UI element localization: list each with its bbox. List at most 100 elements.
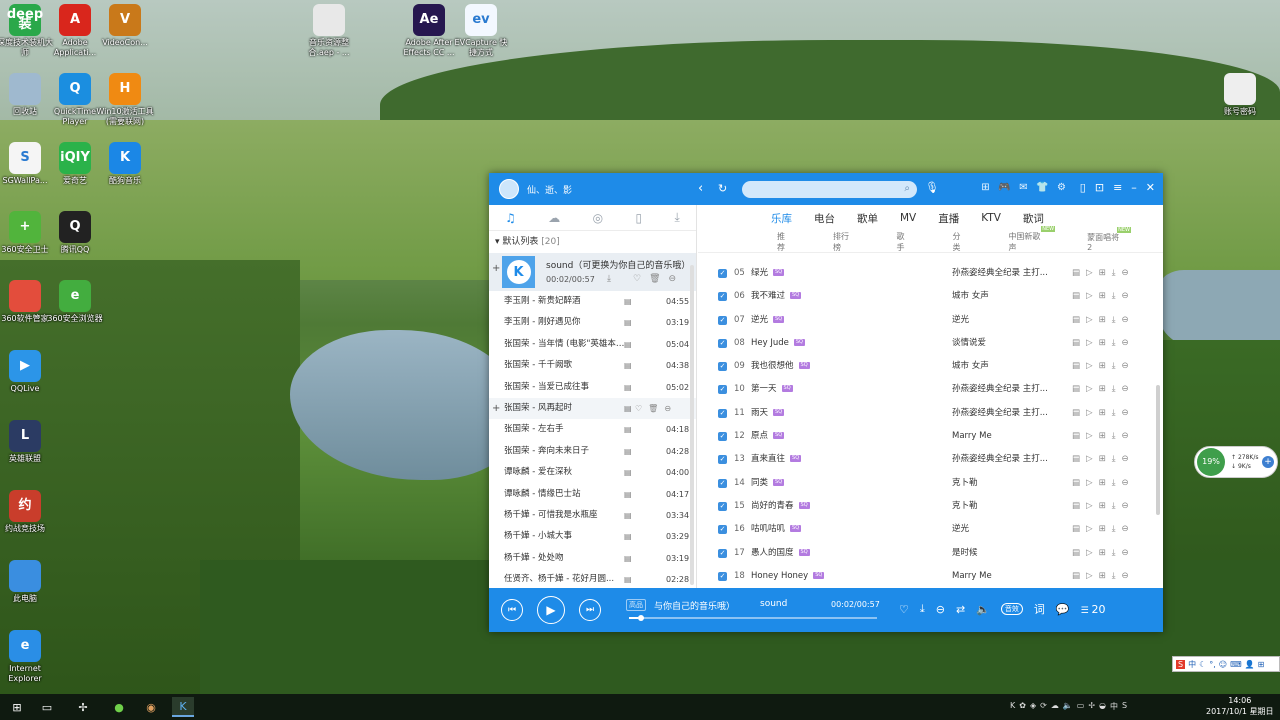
download-icon[interactable]: ⤓ bbox=[1112, 448, 1116, 471]
desktop-icon[interactable]: 音乐资源整合.aep - ... bbox=[300, 4, 358, 58]
song-checkbox[interactable]: ✓ bbox=[718, 338, 727, 348]
song-checkbox[interactable]: ✓ bbox=[718, 478, 727, 488]
mv-icon[interactable]: ▤ bbox=[1072, 309, 1080, 332]
add-icon[interactable]: + bbox=[492, 263, 500, 274]
song-title[interactable]: Hey Jude bbox=[751, 338, 789, 348]
download-icon[interactable]: ⤓ bbox=[920, 602, 925, 616]
song-row[interactable]: ✓ 15 尚好的青春 SQ 克卜勒 ▤ ▷ ⊞ ⤓ ⊖ bbox=[698, 495, 1163, 518]
download-icon[interactable]: ⤓ bbox=[1112, 402, 1116, 425]
more-icon[interactable]: ⊖ bbox=[936, 603, 945, 616]
song-row[interactable]: ✓ 07 逆光 SQ 逆光 ▤ ▷ ⊞ ⤓ ⊖ bbox=[698, 309, 1163, 332]
mv-icon[interactable]: ▤ bbox=[624, 398, 632, 419]
song-title[interactable]: Honey Honey bbox=[751, 571, 808, 581]
song-album[interactable]: 孙燕姿经典全纪录 主打... bbox=[952, 402, 1048, 425]
tray-sogou-icon[interactable]: S bbox=[1122, 701, 1127, 712]
mv-icon[interactable]: ▤ bbox=[624, 505, 632, 526]
player-titlebar[interactable]: 仙、逝、影 ‹ ↻ ⌕ 🎙 ⊞ 🎮 ✉ 👕 ⚙ ▯ ⊡ ≡ – ✕ bbox=[489, 173, 1163, 205]
song-title[interactable]: 逆光 bbox=[751, 315, 768, 325]
desktop-icon[interactable]: 账号密码 bbox=[1211, 73, 1269, 117]
mini-mode-icon[interactable]: ⊡ bbox=[1095, 181, 1104, 194]
add-icon[interactable]: ⊞ bbox=[1099, 472, 1106, 495]
desktop-icon[interactable]: V VideoCon... bbox=[96, 4, 154, 48]
play-icon[interactable]: ▷ bbox=[1086, 495, 1093, 518]
ime-toolbar[interactable]: S 中 ☾ °, ☺ ⌨ 👤 ⊞ bbox=[1172, 656, 1280, 672]
tab-0[interactable]: 乐库 bbox=[771, 211, 792, 226]
song-row[interactable]: ✓ 08 Hey Jude SQ 谈情说爱 ▤ ▷ ⊞ ⤓ ⊖ bbox=[698, 332, 1163, 355]
more-icon[interactable]: ⊖ bbox=[1121, 542, 1128, 565]
pinwheel-icon[interactable]: ✢ bbox=[72, 697, 94, 717]
mv-icon[interactable]: ▤ bbox=[1072, 565, 1080, 588]
song-row[interactable]: ✓ 05 绿光 SQ 孙燕姿经典全纪录 主打... ▤ ▷ ⊞ ⤓ ⊖ bbox=[698, 262, 1163, 285]
song-album[interactable]: 逆光 bbox=[952, 309, 969, 332]
song-album[interactable]: Marry Me bbox=[952, 425, 992, 448]
download-icon[interactable]: ⤓ bbox=[1112, 355, 1116, 378]
repeat-icon[interactable]: ⇄ bbox=[956, 603, 965, 616]
playlist-item[interactable]: 杨千嬅 - 处处吻 ▤ 03:19 bbox=[489, 548, 696, 569]
song-checkbox[interactable]: ✓ bbox=[718, 432, 727, 442]
download-icon[interactable]: ⤓ bbox=[1112, 425, 1116, 448]
desktop-icon[interactable]: Q 腾讯QQ bbox=[46, 211, 104, 255]
playlist-count-button[interactable]: ☰ 20 bbox=[1081, 603, 1106, 616]
song-album[interactable]: 谈情说爱 bbox=[952, 332, 986, 355]
mv-icon[interactable]: ▤ bbox=[624, 334, 632, 355]
heart-icon[interactable]: ♡ bbox=[633, 274, 641, 284]
song-title[interactable]: 我也很想他 bbox=[751, 361, 794, 371]
play-icon[interactable]: ▷ bbox=[1086, 262, 1093, 285]
song-title[interactable]: 雨天 bbox=[751, 408, 768, 418]
song-checkbox[interactable]: ✓ bbox=[718, 455, 727, 465]
song-title[interactable]: 绿光 bbox=[751, 268, 768, 278]
playlist-item[interactable]: 杨千嬅 - 小城大事 ▤ 03:29 bbox=[489, 526, 696, 547]
song-album[interactable]: 孙燕姿经典全纪录 主打... bbox=[952, 262, 1048, 285]
download-icon[interactable]: ⤓ bbox=[607, 274, 611, 284]
desktop-icon[interactable]: H Win10激活工具(需要联网) bbox=[96, 73, 154, 127]
song-album[interactable]: Marry Me bbox=[952, 565, 992, 588]
more-icon[interactable]: ⊖ bbox=[1121, 448, 1128, 471]
refresh-icon[interactable]: ↻ bbox=[718, 182, 727, 195]
radio-tab-icon[interactable]: ◎ bbox=[593, 211, 603, 225]
back-icon[interactable]: ‹ bbox=[698, 181, 703, 196]
add-icon[interactable]: ⊞ bbox=[1099, 565, 1106, 588]
start-button[interactable]: ⊞ bbox=[6, 697, 28, 717]
add-icon[interactable]: ⊞ bbox=[1099, 309, 1106, 332]
add-icon[interactable]: + bbox=[1262, 456, 1274, 468]
device-tab-icon[interactable]: ▯ bbox=[636, 211, 643, 225]
desktop-icon[interactable]: L 英雄联盟 bbox=[0, 420, 54, 464]
song-title[interactable]: 愚人的国度 bbox=[751, 548, 794, 558]
play-icon[interactable]: ▷ bbox=[1086, 448, 1093, 471]
playlist-item[interactable]: 张国荣 - 当年情 (电影"英雄本… ▤ 05:04 bbox=[489, 334, 696, 355]
add-icon[interactable]: ⊞ bbox=[1099, 448, 1106, 471]
tray-ime[interactable]: 中 bbox=[1110, 701, 1118, 712]
keyboard-icon[interactable]: ⌨ bbox=[1230, 660, 1242, 669]
song-title[interactable]: 第一天 bbox=[751, 384, 777, 394]
download-icon[interactable]: ⤓ bbox=[1112, 309, 1116, 332]
message-icon[interactable]: ✉ bbox=[1017, 182, 1030, 193]
play-icon[interactable]: ▷ bbox=[1086, 355, 1093, 378]
download-icon[interactable]: ⤓ bbox=[1112, 565, 1116, 588]
song-album[interactable]: 克卜勒 bbox=[952, 495, 978, 518]
user-icon[interactable]: 👤 bbox=[1245, 660, 1255, 669]
comment-icon[interactable]: 💬 bbox=[1056, 603, 1070, 616]
add-icon[interactable]: ⊞ bbox=[1099, 355, 1106, 378]
volume-icon[interactable]: 🔈 bbox=[976, 603, 990, 616]
moon-icon[interactable]: ☾ bbox=[1199, 660, 1206, 669]
mv-icon[interactable]: ▤ bbox=[1072, 378, 1080, 401]
play-icon[interactable]: ▷ bbox=[1086, 332, 1093, 355]
tray-pinwheel-icon[interactable]: ✢ bbox=[1088, 701, 1095, 712]
download-icon[interactable]: ⤓ bbox=[1112, 285, 1116, 308]
song-album[interactable]: 孙燕姿经典全纪录 主打... bbox=[952, 378, 1048, 401]
song-row[interactable]: ✓ 11 雨天 SQ 孙燕姿经典全纪录 主打... ▤ ▷ ⊞ ⤓ ⊖ bbox=[698, 402, 1163, 425]
song-checkbox[interactable]: ✓ bbox=[718, 571, 727, 581]
desktop-icon[interactable]: Ae Adobe After Effects CC ... bbox=[400, 4, 458, 58]
desktop-icon[interactable]: 此电脑 bbox=[0, 560, 54, 604]
mv-icon[interactable]: ▤ bbox=[1072, 285, 1080, 308]
mv-icon[interactable]: ▤ bbox=[624, 291, 632, 312]
task-view-icon[interactable]: ▭ bbox=[36, 697, 58, 717]
mv-icon[interactable]: ▤ bbox=[1072, 495, 1080, 518]
desktop-icon[interactable]: e Internet Explorer bbox=[0, 630, 54, 684]
more-icon[interactable]: ⊖ bbox=[1121, 378, 1128, 401]
tab-4[interactable]: 直播 bbox=[938, 211, 959, 226]
play-button[interactable]: ▶ bbox=[537, 596, 565, 624]
playlist-item[interactable]: 谭咏麟 - 情缘巴士站 ▤ 04:17 bbox=[489, 484, 696, 505]
app-taskbar-icon[interactable]: ◉ bbox=[140, 697, 162, 717]
tray-cloud-icon[interactable]: ☁ bbox=[1051, 701, 1059, 712]
